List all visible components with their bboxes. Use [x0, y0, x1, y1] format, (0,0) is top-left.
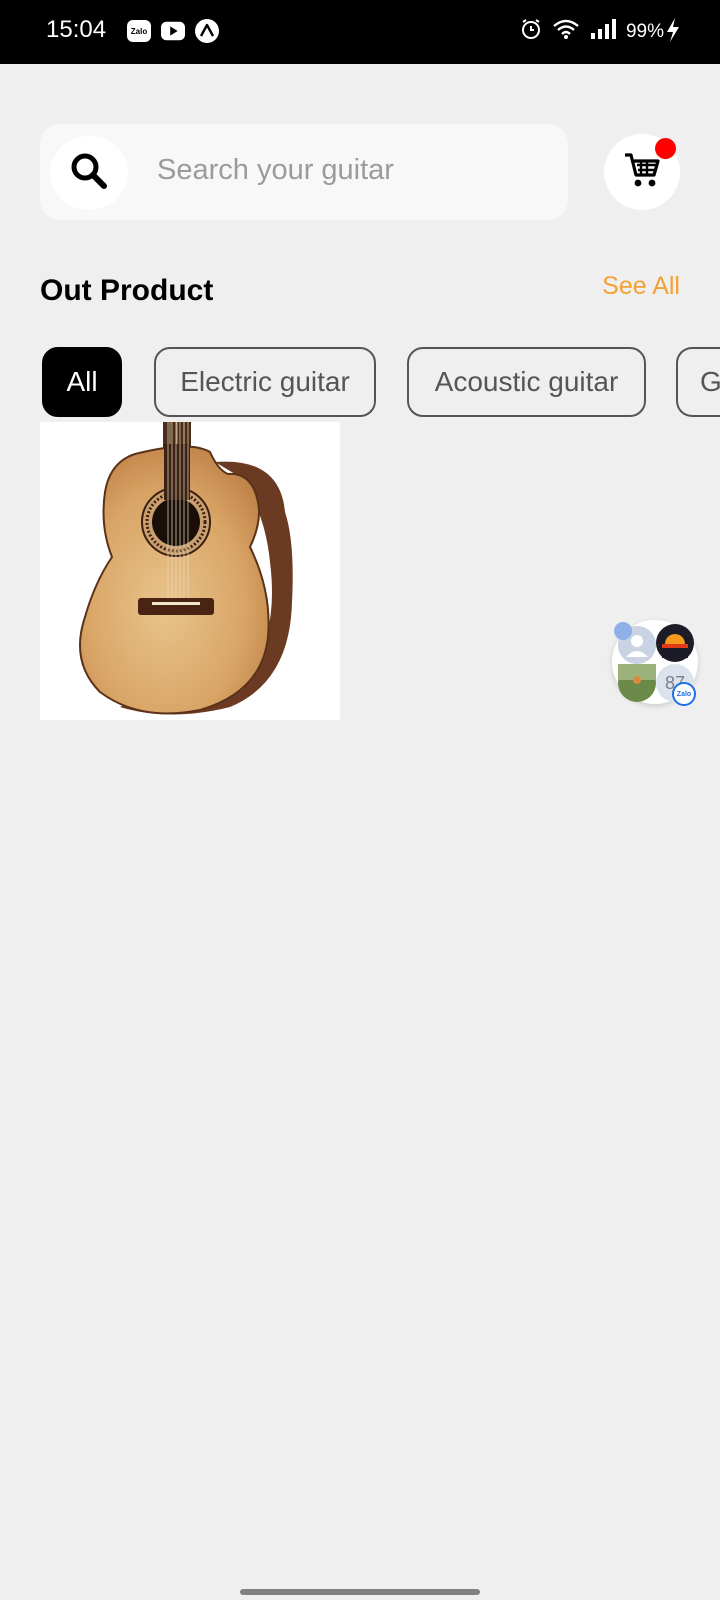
youtube-icon: [161, 19, 185, 43]
cart-notification-dot: [655, 138, 676, 159]
battery-percent: 99%: [625, 20, 664, 42]
chip-label: Acoustic guitar: [434, 366, 619, 397]
see-all-link[interactable]: See All: [602, 272, 680, 301]
search-bar[interactable]: Search your guitar: [40, 124, 568, 220]
svg-text:Zalo: Zalo: [131, 27, 148, 36]
chip-label: Electric guitar: [180, 366, 350, 397]
product-card[interactable]: [40, 422, 340, 720]
zalo-icon: Zalo: [127, 19, 151, 43]
alarm-icon: [520, 18, 542, 45]
chip-electric-guitar[interactable]: Electric guitar: [154, 347, 376, 417]
bolt-icon: [666, 18, 680, 47]
chip-partial[interactable]: G: [676, 347, 720, 417]
cart-icon: [623, 151, 661, 194]
chip-label: All: [66, 366, 98, 397]
nav-gesture-handle[interactable]: [240, 1589, 480, 1595]
chat-bubble[interactable]: 87 Zalo: [612, 620, 698, 706]
section-title: Out Product: [40, 274, 214, 307]
search-icon: [69, 151, 109, 196]
avatar: [618, 664, 656, 702]
status-time: 15:04: [46, 16, 107, 43]
acoustic-guitar-image: [79, 422, 293, 715]
expo-icon: [195, 19, 219, 43]
status-bar: 15:04 Zalo 99%: [0, 0, 720, 64]
status-indicators: 99%: [520, 18, 664, 45]
search-input[interactable]: Search your guitar: [157, 154, 394, 187]
chip-label: G: [700, 366, 720, 397]
wifi-icon: [552, 18, 580, 45]
search-button[interactable]: [50, 136, 128, 210]
chip-all[interactable]: All: [42, 347, 122, 417]
chip-acoustic-guitar[interactable]: Acoustic guitar: [407, 347, 646, 417]
zalo-badge: Zalo: [672, 682, 696, 706]
status-app-icons: Zalo: [127, 19, 219, 43]
avatar: [656, 624, 694, 662]
signal-icon: [590, 18, 616, 45]
online-dot: [614, 622, 632, 640]
